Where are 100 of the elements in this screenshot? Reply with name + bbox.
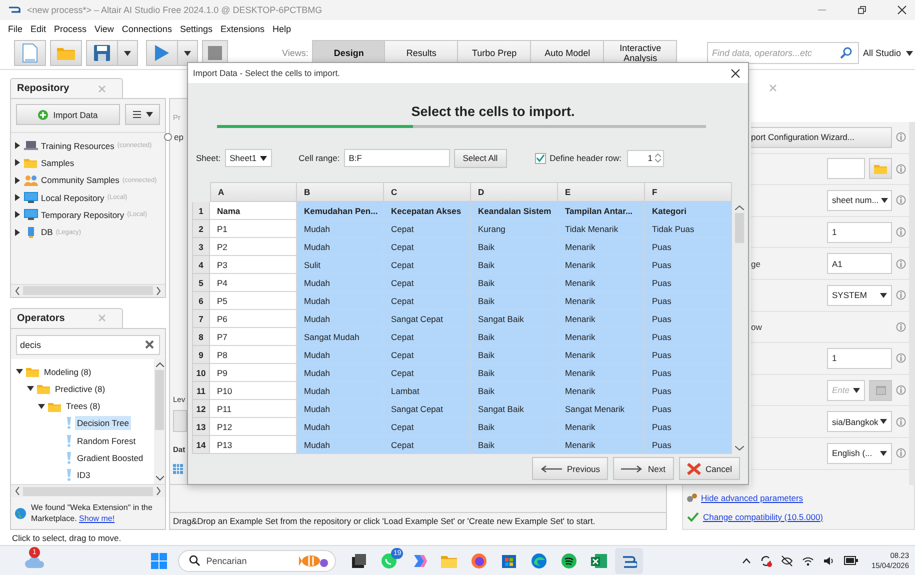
- horizontal-scrollbar[interactable]: [11, 484, 165, 497]
- scroll-thumb[interactable]: [23, 286, 153, 296]
- input-field[interactable]: A1: [827, 253, 892, 274]
- scroll-thumb[interactable]: [734, 213, 744, 243]
- info-icon[interactable]: [896, 322, 906, 332]
- menu-item[interactable]: Edit: [30, 24, 46, 34]
- scroll-down-icon[interactable]: [734, 446, 744, 451]
- collapsed-arrow-icon[interactable]: [14, 211, 21, 218]
- row-header[interactable]: 1: [192, 202, 210, 220]
- row-header[interactable]: 5: [192, 274, 210, 292]
- info-icon[interactable]: [896, 416, 906, 427]
- dropdown[interactable]: SYSTEM: [827, 284, 892, 306]
- search-box[interactable]: Pencarian: [178, 550, 336, 572]
- radio-button[interactable]: [164, 133, 172, 141]
- close-icon[interactable]: [897, 5, 907, 15]
- panel-tab[interactable]: Repository: [10, 78, 123, 98]
- row-header[interactable]: 11: [192, 382, 210, 400]
- header-row-spinner[interactable]: 1: [627, 150, 664, 166]
- info-icon[interactable]: [896, 448, 906, 458]
- tree-item[interactable]: DB: [41, 227, 53, 238]
- wizard-button[interactable]: port Configuration Wizard...: [751, 126, 892, 148]
- spin-arrows-icon[interactable]: [655, 153, 662, 163]
- column-header[interactable]: D: [471, 182, 558, 202]
- tree-item[interactable]: Local Repository: [41, 192, 104, 203]
- eye-off-icon[interactable]: [781, 554, 794, 566]
- previous-button[interactable]: Previous: [532, 457, 608, 480]
- collapsed-arrow-icon[interactable]: [14, 194, 21, 202]
- scroll-right-icon[interactable]: [156, 286, 161, 295]
- column-header[interactable]: A: [210, 182, 297, 202]
- input-field[interactable]: [827, 158, 865, 180]
- scroll-thumb[interactable]: [155, 370, 164, 430]
- scope-dropdown[interactable]: All Studio: [862, 48, 901, 58]
- column-header[interactable]: F: [645, 182, 732, 202]
- tree-item[interactable]: Predictive (8): [53, 382, 108, 396]
- next-button[interactable]: Next: [613, 457, 674, 480]
- tree-item[interactable]: Random Forest: [75, 434, 138, 448]
- import-data-button[interactable]: Import Data: [16, 104, 120, 125]
- menu-button[interactable]: [125, 104, 160, 125]
- clear-icon[interactable]: [145, 340, 154, 350]
- dropdown-button[interactable]: [178, 40, 198, 66]
- row-header[interactable]: 3: [192, 238, 210, 256]
- wifi-icon[interactable]: [802, 556, 814, 566]
- vertical-scrollbar[interactable]: [154, 358, 165, 484]
- tree-item[interactable]: Samples: [41, 158, 74, 168]
- restore-icon[interactable]: [857, 5, 867, 15]
- row-header[interactable]: 7: [192, 310, 210, 328]
- column-header[interactable]: B: [297, 182, 384, 202]
- battery-icon[interactable]: [844, 556, 858, 565]
- tree-item[interactable]: Gradient Boosted: [75, 451, 146, 466]
- vertical-scrollbar[interactable]: [909, 122, 915, 485]
- tree-item[interactable]: Decision Tree: [75, 416, 131, 430]
- search-box[interactable]: decis: [16, 334, 160, 355]
- info-icon[interactable]: [896, 227, 906, 238]
- row-header[interactable]: 13: [192, 418, 210, 436]
- scroll-right-icon[interactable]: [156, 487, 161, 495]
- search-icon[interactable]: [840, 47, 852, 59]
- cancel-button[interactable]: Cancel: [678, 457, 740, 480]
- info-icon[interactable]: [896, 385, 906, 396]
- row-header[interactable]: 2: [192, 220, 210, 238]
- collapsed-arrow-icon[interactable]: [14, 159, 21, 166]
- tree-item[interactable]: Temporary Repository: [41, 210, 124, 220]
- sync-icon[interactable]: [760, 554, 772, 566]
- menu-item[interactable]: Extensions: [220, 24, 265, 34]
- tree-item[interactable]: Training Resources: [41, 140, 114, 151]
- collapsed-arrow-icon[interactable]: [14, 228, 21, 236]
- scroll-left-icon[interactable]: [15, 286, 20, 295]
- search-field[interactable]: Find data, operators...etc: [712, 43, 836, 63]
- dropdown[interactable]: English (...: [827, 442, 892, 464]
- row-header[interactable]: 4: [192, 256, 210, 274]
- scroll-up-icon[interactable]: [734, 205, 744, 210]
- menu-item[interactable]: Connections: [122, 24, 172, 34]
- info-icon[interactable]: [896, 195, 906, 206]
- search-field[interactable]: decis: [20, 336, 145, 354]
- tree-item[interactable]: Trees (8): [64, 399, 102, 414]
- panel-tab[interactable]: Operators: [10, 308, 123, 328]
- speaker-icon[interactable]: [823, 556, 836, 566]
- checkbox[interactable]: [534, 152, 546, 164]
- close-icon[interactable]: [731, 68, 740, 78]
- row-header[interactable]: 14: [192, 436, 210, 454]
- scroll-left-icon[interactable]: [15, 487, 20, 495]
- vertical-scrollbar[interactable]: [732, 202, 746, 454]
- menu-item[interactable]: View: [94, 24, 114, 34]
- select-all-button[interactable]: Select All: [454, 148, 507, 168]
- column-header[interactable]: C: [384, 182, 471, 202]
- chevron-up-icon[interactable]: [742, 558, 752, 564]
- row-header[interactable]: 10: [192, 364, 210, 382]
- row-header[interactable]: 9: [192, 346, 210, 364]
- scroll-up-icon[interactable]: [156, 362, 164, 367]
- search-box[interactable]: Find data, operators...etc: [706, 42, 859, 64]
- scroll-thumb[interactable]: [23, 486, 153, 496]
- show-me-link[interactable]: Show me!: [79, 514, 115, 523]
- dropdown-button[interactable]: [118, 40, 138, 66]
- search-field[interactable]: Pencarian: [206, 550, 294, 570]
- row-header[interactable]: 8: [192, 328, 210, 346]
- tree-item[interactable]: Modeling (8): [42, 364, 94, 379]
- tree-item[interactable]: Community Samples: [41, 175, 120, 186]
- expanded-arrow-icon[interactable]: [38, 402, 45, 410]
- save-button[interactable]: [86, 40, 118, 66]
- row-header[interactable]: 6: [192, 292, 210, 310]
- info-icon[interactable]: [896, 258, 906, 269]
